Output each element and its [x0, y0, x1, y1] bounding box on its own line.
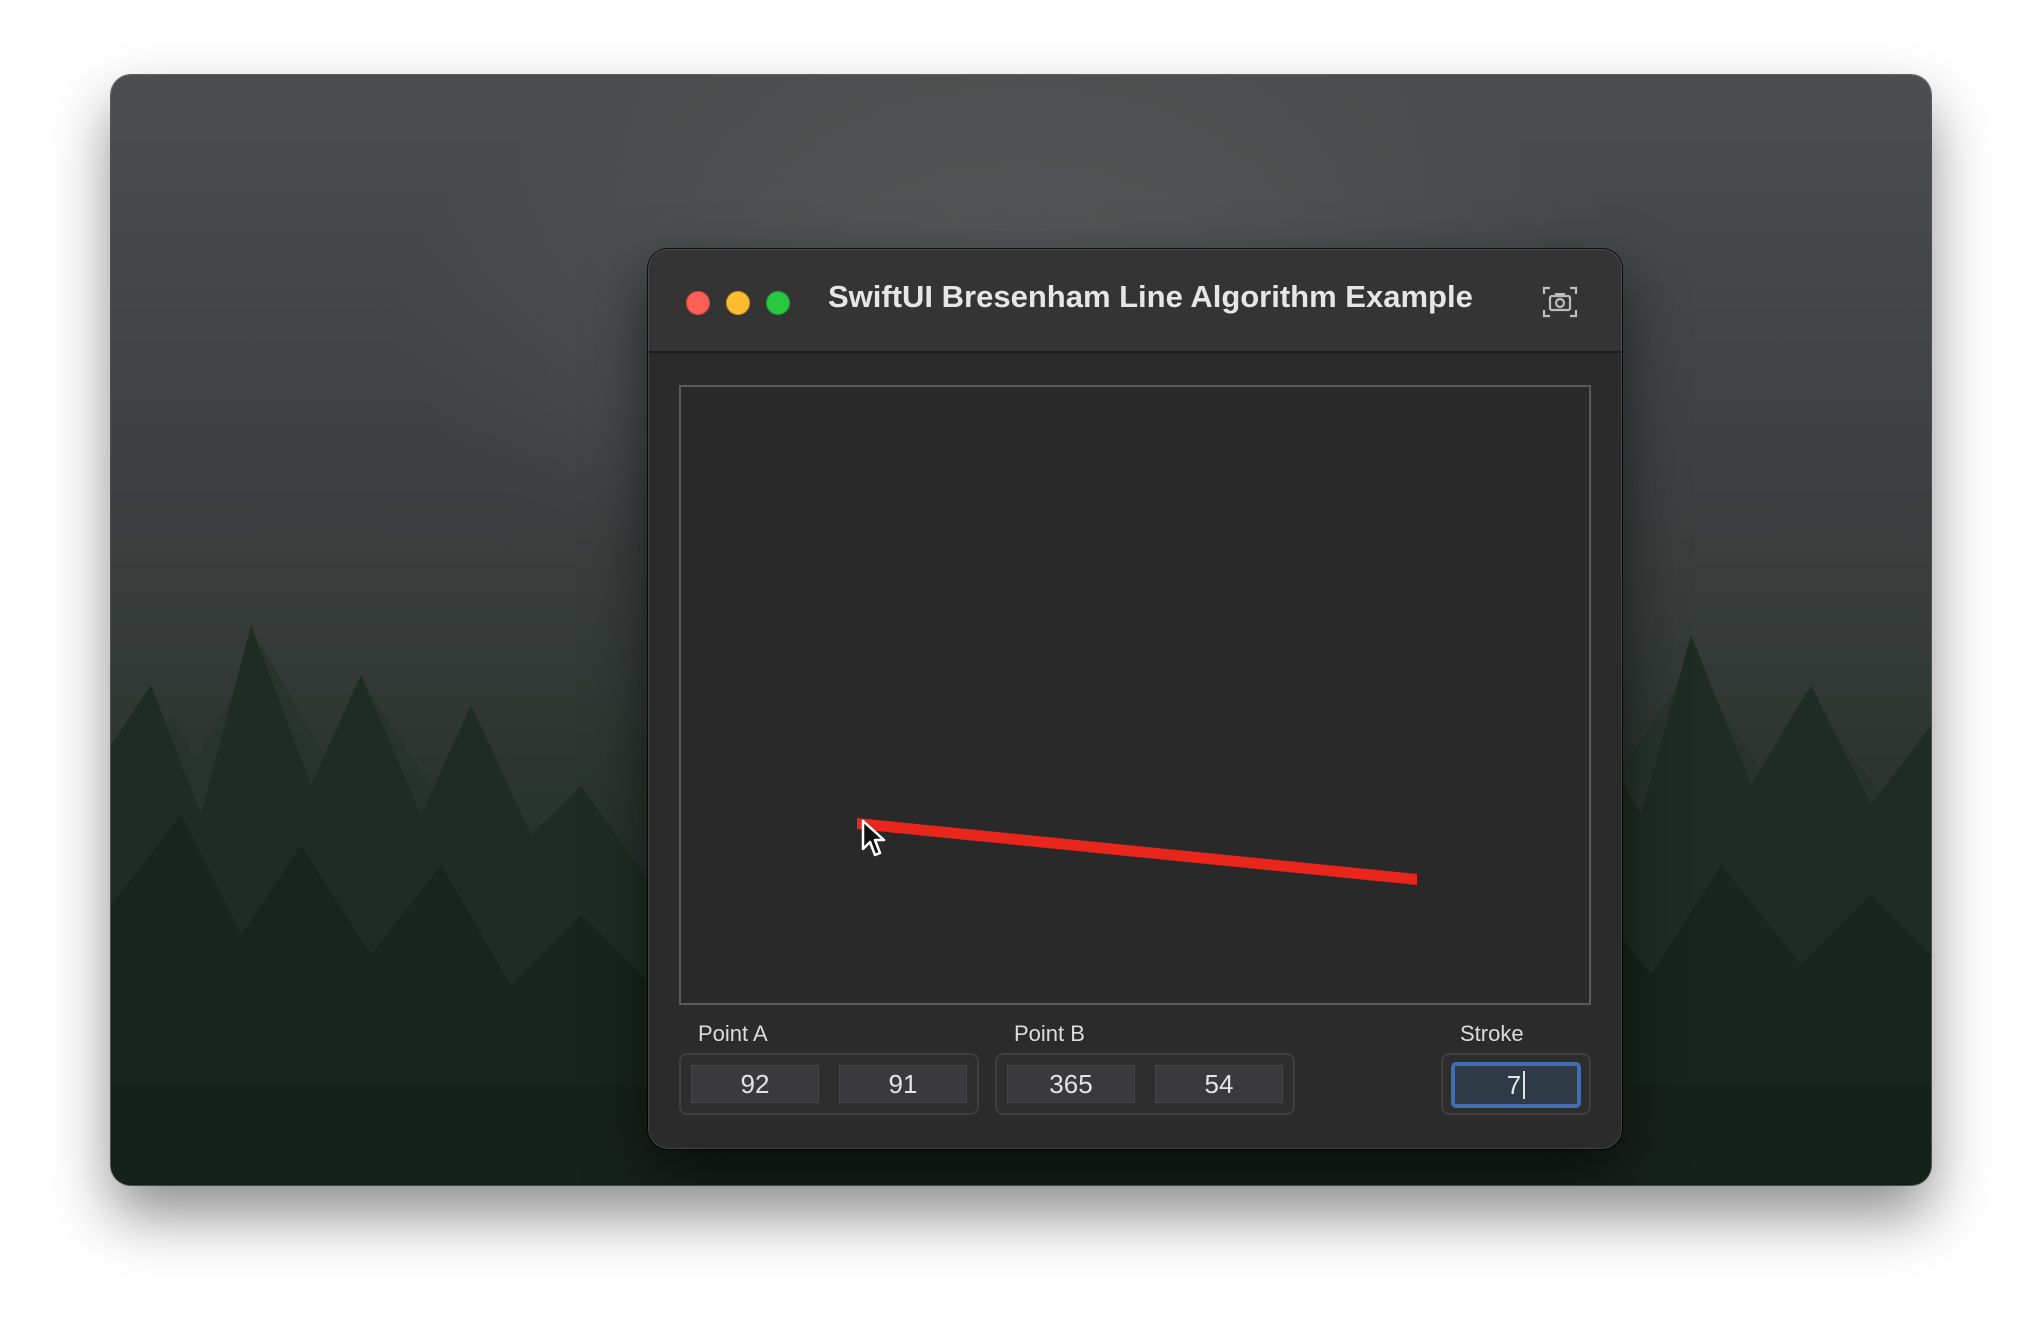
point-a-y-field[interactable]: 91 [839, 1065, 967, 1103]
window-title: SwiftUI Bresenham Line Algorithm Example [828, 279, 1473, 314]
bresenham-line [857, 818, 1417, 885]
point-b-y-field[interactable]: 54 [1155, 1065, 1283, 1103]
point-b-x-field[interactable]: 365 [1007, 1065, 1135, 1103]
stroke-value: 7 [1506, 1070, 1522, 1100]
point-a-x-field[interactable]: 92 [691, 1065, 819, 1103]
point-a-label: Point A [698, 1021, 768, 1046]
screenshot-camera-icon[interactable] [1542, 285, 1578, 319]
zoom-button[interactable] [766, 291, 790, 315]
stroke-field[interactable]: 7 [1451, 1062, 1581, 1108]
text-caret [1523, 1071, 1526, 1099]
title-bar[interactable]: SwiftUI Bresenham Line Algorithm Example [648, 249, 1622, 353]
close-button[interactable] [686, 291, 710, 315]
mouse-pointer-icon [861, 819, 886, 857]
stroke-label: Stroke [1460, 1021, 1524, 1046]
minimize-button[interactable] [726, 291, 750, 315]
stroke-group: 7 [1441, 1053, 1591, 1115]
point-b-label: Point B [1014, 1021, 1085, 1046]
desktop-wallpaper: SwiftUI Bresenham Line Algorithm Example… [111, 75, 1931, 1185]
point-a-group: 92 91 [679, 1053, 979, 1115]
app-window: SwiftUI Bresenham Line Algorithm Example… [648, 249, 1622, 1149]
point-b-group: 365 54 [995, 1053, 1295, 1115]
drawing-canvas[interactable] [679, 385, 1591, 1005]
